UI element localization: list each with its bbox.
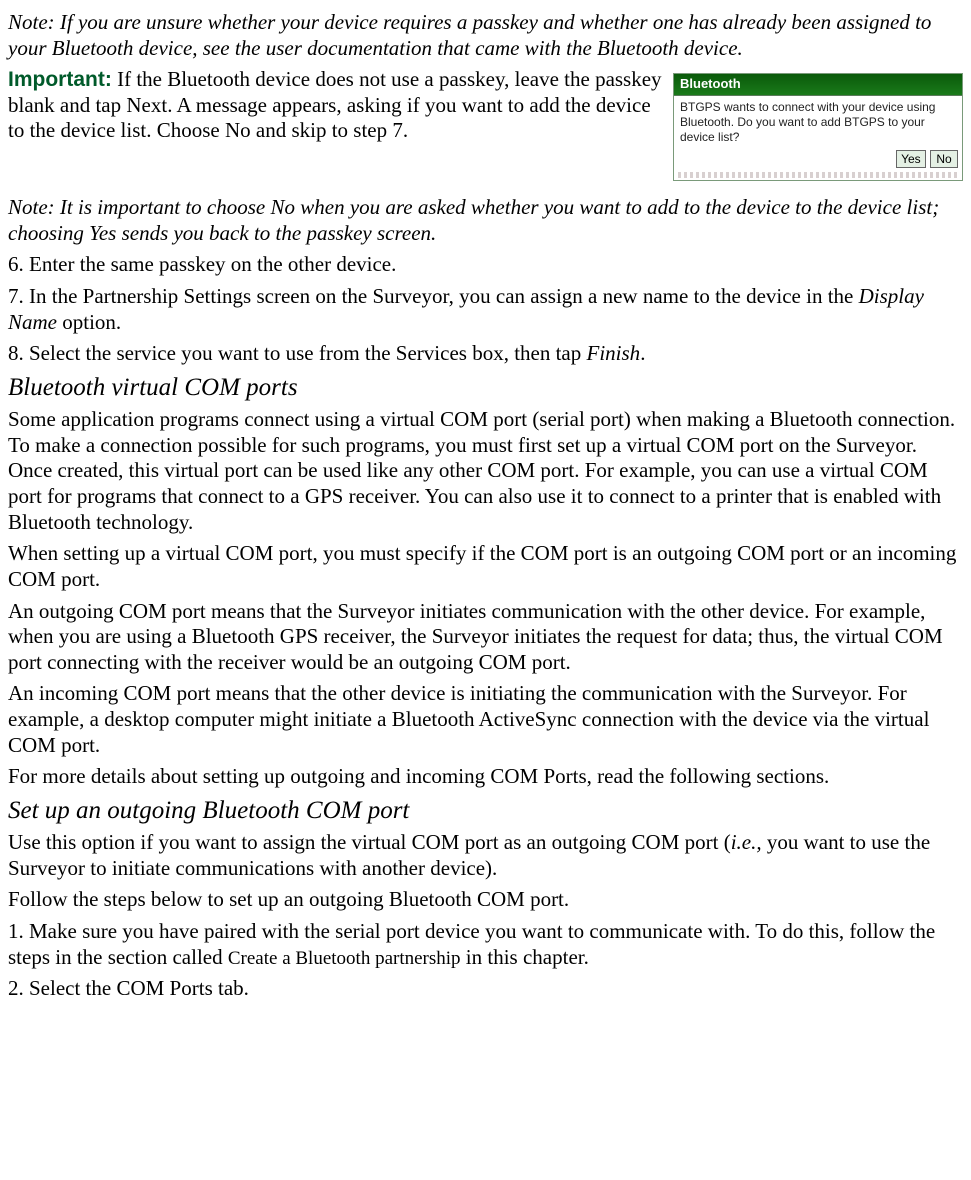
yes-button[interactable]: Yes <box>896 150 926 168</box>
outgoing-intro: Use this option if you want to assign th… <box>8 830 963 881</box>
dialog-body-text: BTGPS wants to connect with your device … <box>674 96 962 148</box>
virtual-com-para-4: An incoming COM port means that the othe… <box>8 681 963 758</box>
outgoing-step-1-c: in this chapter. <box>461 945 589 969</box>
bluetooth-dialog: Bluetooth BTGPS wants to connect with yo… <box>673 73 963 181</box>
no-button[interactable]: No <box>930 150 958 168</box>
dialog-button-row: Yes No <box>674 148 962 172</box>
ie-abbrev: i.e., <box>731 830 762 854</box>
virtual-com-para-2: When setting up a virtual COM port, you … <box>8 541 963 592</box>
dialog-title: Bluetooth <box>674 74 962 96</box>
note-passkey-unsure: Note: If you are unsure whether your dev… <box>8 10 963 61</box>
step-8: 8. Select the service you want to use fr… <box>8 341 963 367</box>
step-7: 7. In the Partnership Settings screen on… <box>8 284 963 335</box>
outgoing-step-2: 2. Select the COM Ports tab. <box>8 976 963 1002</box>
heading-virtual-com-ports: Bluetooth virtual COM ports <box>8 373 963 404</box>
outgoing-intro-a: Use this option if you want to assign th… <box>8 830 731 854</box>
virtual-com-para-3: An outgoing COM port means that the Surv… <box>8 599 963 676</box>
dialog-resize-dots <box>678 172 958 178</box>
step-8-text-a: 8. Select the service you want to use fr… <box>8 341 587 365</box>
heading-outgoing-com-port: Set up an outgoing Bluetooth COM port <box>8 796 963 827</box>
step-7-text-c: option. <box>57 310 121 334</box>
create-partnership-ref: Create a Bluetooth partnership <box>228 948 461 969</box>
finish-label: Finish <box>587 341 641 365</box>
step-8-text-c: . <box>640 341 645 365</box>
step-6: 6. Enter the same passkey on the other d… <box>8 252 963 278</box>
virtual-com-para-1: Some application programs connect using … <box>8 407 963 535</box>
step-7-text-a: 7. In the Partnership Settings screen on… <box>8 284 859 308</box>
important-label: Important: <box>8 68 112 91</box>
virtual-com-para-5: For more details about setting up outgoi… <box>8 764 963 790</box>
outgoing-step-1: 1. Make sure you have paired with the se… <box>8 919 963 970</box>
outgoing-follow-steps: Follow the steps below to set up an outg… <box>8 887 963 913</box>
note-choose-no: Note: It is important to choose No when … <box>8 187 963 246</box>
